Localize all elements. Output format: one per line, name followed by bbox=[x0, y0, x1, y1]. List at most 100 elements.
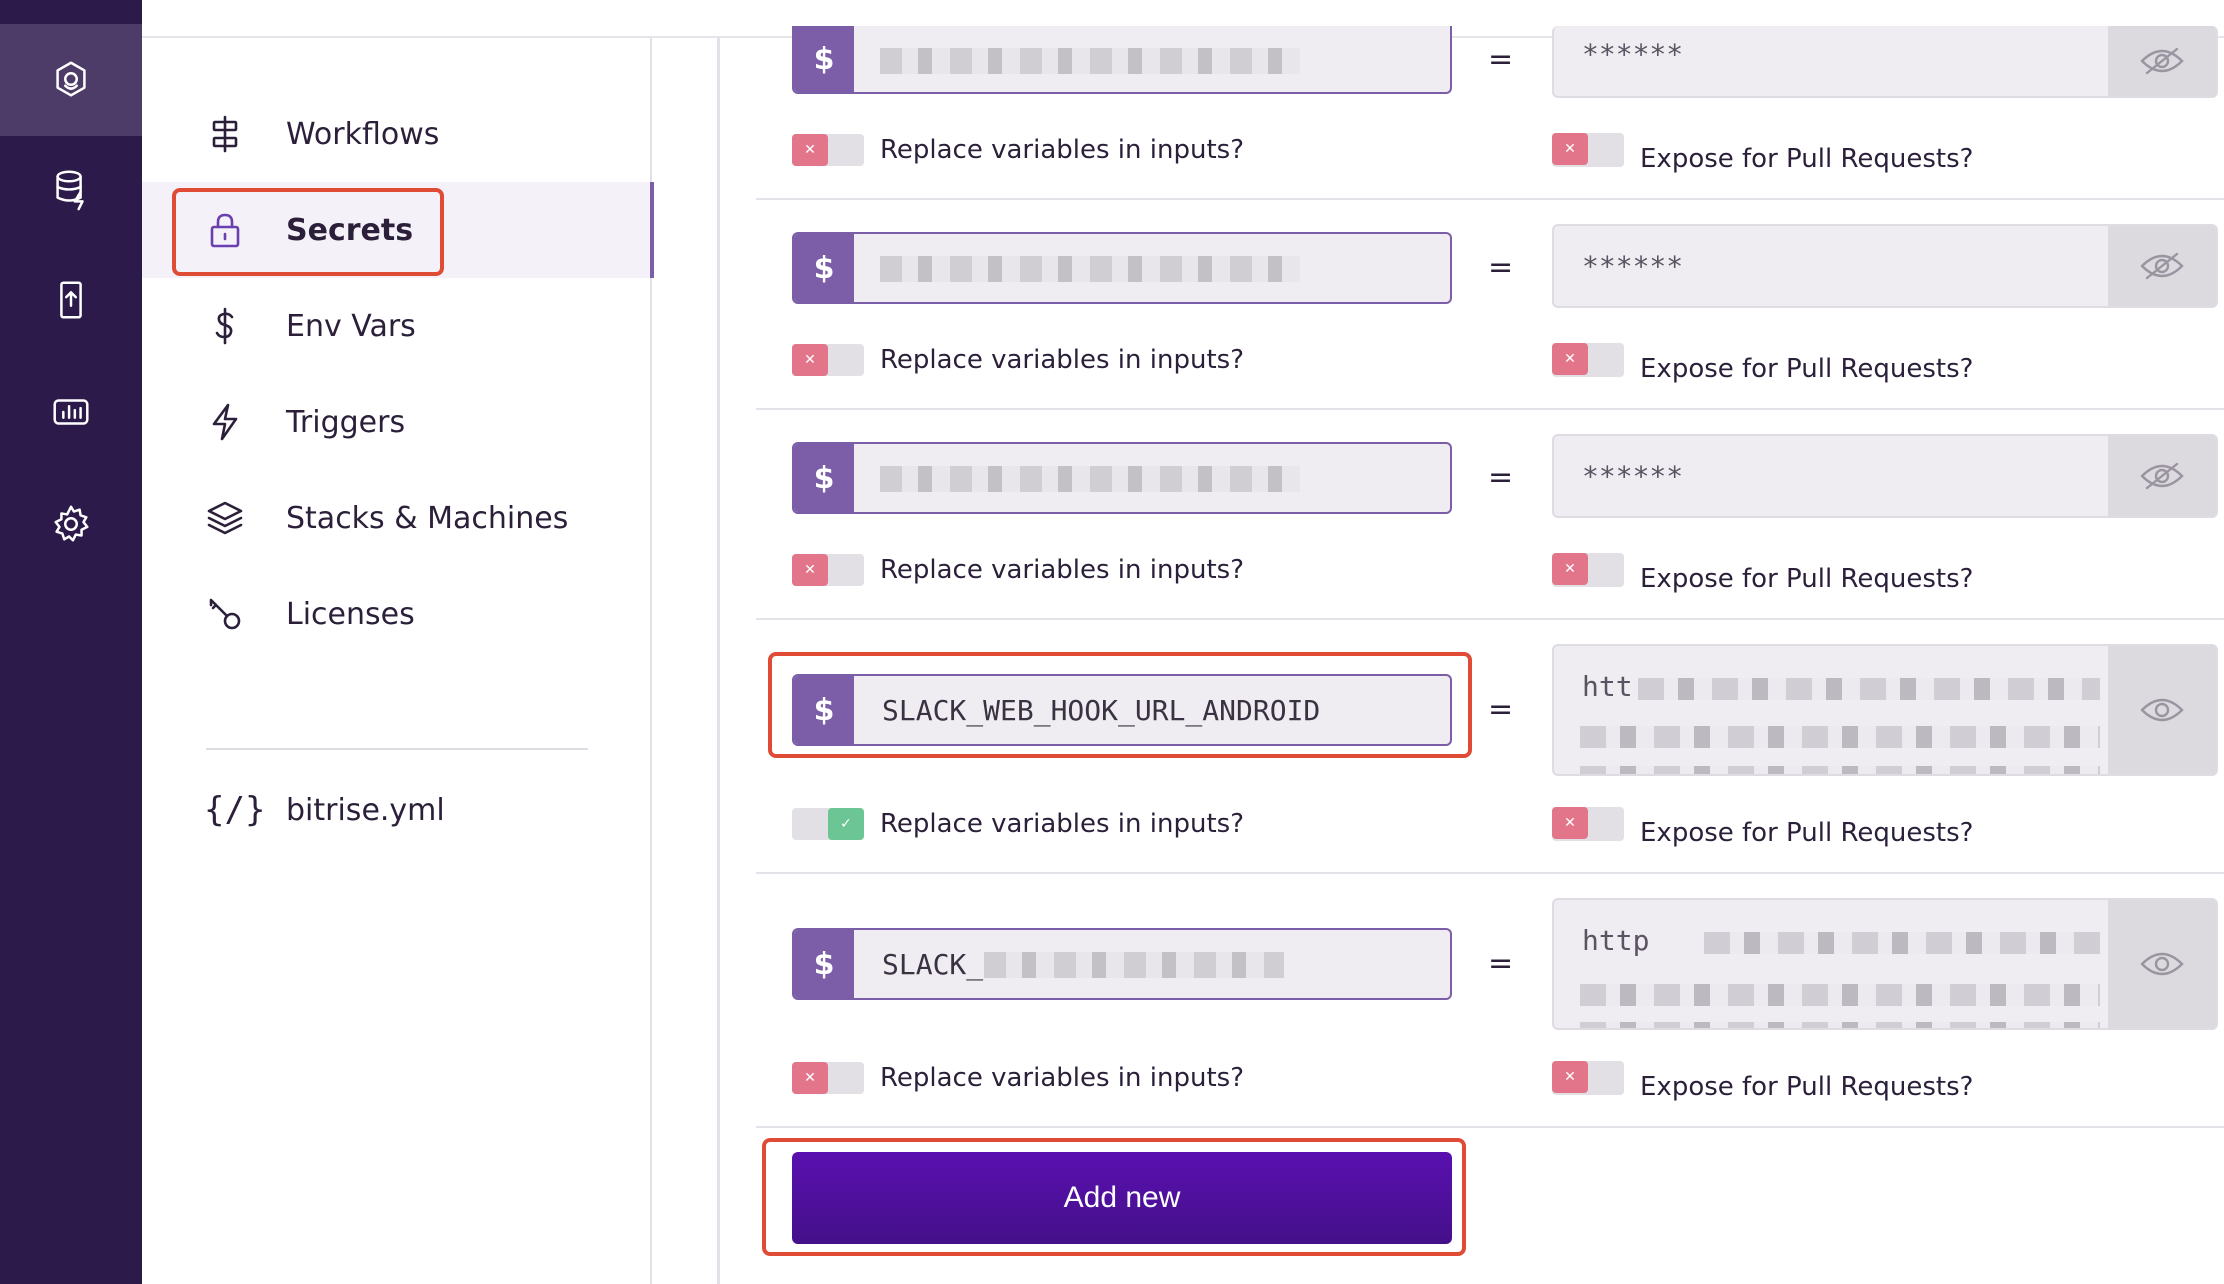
eye-icon[interactable] bbox=[2108, 900, 2216, 1028]
expose-toggle-row: ✕ Expose for Pull Requests? bbox=[1552, 126, 1973, 174]
expose-label: Expose for Pull Requests? bbox=[1640, 818, 1974, 848]
redacted-key bbox=[880, 48, 1300, 74]
equals-sign: = bbox=[1488, 460, 1514, 495]
replace-label: Replace variables in inputs? bbox=[880, 135, 1244, 165]
dollar-prefix: $ bbox=[794, 234, 854, 302]
secret-key-field[interactable]: $ SLACK_ bbox=[792, 928, 1452, 1000]
expose-label: Expose for Pull Requests? bbox=[1640, 564, 1974, 594]
check-icon: ✓ bbox=[828, 808, 864, 840]
lightning-icon bbox=[204, 401, 246, 443]
nav-label: Triggers bbox=[286, 404, 406, 440]
expose-label: Expose for Pull Requests? bbox=[1640, 354, 1974, 384]
secret-key-field[interactable]: $ bbox=[792, 26, 1452, 94]
eye-icon[interactable] bbox=[2108, 646, 2216, 774]
nav-item-bitrise-yml[interactable]: {/} bitrise.yml bbox=[142, 762, 650, 858]
secret-value: ****** bbox=[1582, 38, 1684, 71]
dollar-prefix: $ bbox=[794, 444, 854, 512]
add-new-button[interactable]: Add new bbox=[792, 1152, 1452, 1244]
redacted-key bbox=[984, 952, 1284, 978]
key-icon bbox=[204, 593, 246, 635]
secret-key-field[interactable]: $ SLACK_WEB_HOOK_URL_ANDROID bbox=[792, 674, 1452, 746]
secret-key-text: SLACK_WEB_HOOK_URL_ANDROID bbox=[882, 693, 1321, 727]
replace-toggle[interactable]: ✓ bbox=[792, 808, 864, 840]
dollar-prefix: $ bbox=[794, 676, 854, 744]
replace-toggle-row: ✕ Replace variables in inputs? bbox=[792, 554, 1244, 586]
redacted-value bbox=[1580, 1022, 2100, 1028]
secret-value-field[interactable]: http bbox=[1552, 898, 2218, 1030]
nav-label: Licenses bbox=[286, 596, 415, 632]
nav-label: Workflows bbox=[286, 116, 440, 152]
settings-gear-icon[interactable] bbox=[0, 468, 142, 580]
nav-item-env-vars[interactable]: Env Vars bbox=[142, 278, 650, 374]
nav-item-stacks-machines[interactable]: Stacks & Machines bbox=[142, 470, 650, 566]
nav-label: bitrise.yml bbox=[286, 792, 445, 828]
eye-slash-icon[interactable] bbox=[2108, 436, 2216, 516]
secret-key-text: SLACK_ bbox=[882, 947, 984, 981]
equals-sign: = bbox=[1488, 42, 1514, 77]
secret-key-field[interactable]: $ bbox=[792, 442, 1452, 514]
equals-sign: = bbox=[1488, 250, 1514, 285]
replace-toggle-row: ✕ Replace variables in inputs? bbox=[792, 134, 1244, 166]
replace-label: Replace variables in inputs? bbox=[880, 345, 1244, 375]
insights-icon[interactable] bbox=[0, 356, 142, 468]
redacted-key bbox=[880, 466, 1300, 492]
replace-label: Replace variables in inputs? bbox=[880, 1063, 1244, 1093]
redacted-value bbox=[1704, 932, 2100, 954]
expose-toggle[interactable]: ✕ bbox=[1552, 553, 1624, 587]
redacted-key bbox=[880, 256, 1300, 282]
x-icon: ✕ bbox=[1552, 343, 1588, 375]
secret-key-field[interactable]: $ bbox=[792, 232, 1452, 304]
replace-label: Replace variables in inputs? bbox=[880, 809, 1244, 839]
dollar-prefix: $ bbox=[794, 26, 854, 92]
x-icon: ✕ bbox=[1552, 553, 1588, 585]
nav-item-workflows[interactable]: Workflows bbox=[142, 86, 650, 182]
nav-label: Stacks & Machines bbox=[286, 500, 569, 536]
expose-toggle-row: ✕ Expose for Pull Requests? bbox=[1552, 336, 1973, 384]
replace-toggle[interactable]: ✕ bbox=[792, 1062, 864, 1094]
secret-value-field[interactable]: ****** bbox=[1552, 224, 2218, 308]
nav-item-licenses[interactable]: Licenses bbox=[142, 566, 650, 662]
replace-toggle-row: ✕ Replace variables in inputs? bbox=[792, 344, 1244, 376]
x-icon: ✕ bbox=[1552, 133, 1588, 165]
code-braces-icon: {/} bbox=[204, 790, 266, 830]
x-icon: ✕ bbox=[792, 1062, 828, 1094]
eye-slash-icon[interactable] bbox=[2108, 26, 2216, 96]
replace-toggle[interactable]: ✕ bbox=[792, 134, 864, 166]
nav-item-triggers[interactable]: Triggers bbox=[142, 374, 650, 470]
secret-value-field[interactable]: htt bbox=[1552, 644, 2218, 776]
nav-label: Env Vars bbox=[286, 308, 416, 344]
expose-label: Expose for Pull Requests? bbox=[1640, 144, 1974, 174]
replace-toggle[interactable]: ✕ bbox=[792, 344, 864, 376]
replace-toggle-row: ✕ Replace variables in inputs? bbox=[792, 1062, 1244, 1094]
row-separator bbox=[756, 618, 2224, 620]
x-icon: ✕ bbox=[792, 344, 828, 376]
redacted-value bbox=[1580, 766, 2100, 774]
builds-icon[interactable] bbox=[0, 24, 142, 136]
database-icon[interactable] bbox=[0, 132, 142, 244]
secret-value-field[interactable]: ****** bbox=[1552, 26, 2218, 98]
expose-toggle-row: ✕ Expose for Pull Requests? bbox=[1552, 546, 1973, 594]
replace-toggle-row: ✓ Replace variables in inputs? bbox=[792, 808, 1244, 840]
replace-toggle[interactable]: ✕ bbox=[792, 554, 864, 586]
replace-label: Replace variables in inputs? bbox=[880, 555, 1244, 585]
equals-sign: = bbox=[1488, 946, 1514, 981]
eye-slash-icon[interactable] bbox=[2108, 226, 2216, 306]
redacted-value bbox=[1638, 678, 2100, 700]
redacted-value bbox=[1580, 726, 2100, 748]
dollar-icon bbox=[204, 305, 246, 347]
layers-icon bbox=[204, 497, 246, 539]
release-icon[interactable] bbox=[0, 244, 142, 356]
secret-value-field[interactable]: ****** bbox=[1552, 434, 2218, 518]
secret-value: ****** bbox=[1582, 250, 1684, 283]
expose-toggle[interactable]: ✕ bbox=[1552, 807, 1624, 841]
expose-toggle[interactable]: ✕ bbox=[1552, 133, 1624, 167]
expose-toggle[interactable]: ✕ bbox=[1552, 343, 1624, 377]
redacted-value bbox=[1580, 984, 2100, 1006]
nav-divider bbox=[206, 748, 588, 750]
dollar-prefix: $ bbox=[794, 930, 854, 998]
equals-sign: = bbox=[1488, 692, 1514, 727]
expose-toggle[interactable]: ✕ bbox=[1552, 1061, 1624, 1095]
row-separator bbox=[756, 198, 2224, 200]
expose-label: Expose for Pull Requests? bbox=[1640, 1072, 1974, 1102]
workflow-icon bbox=[204, 113, 246, 155]
